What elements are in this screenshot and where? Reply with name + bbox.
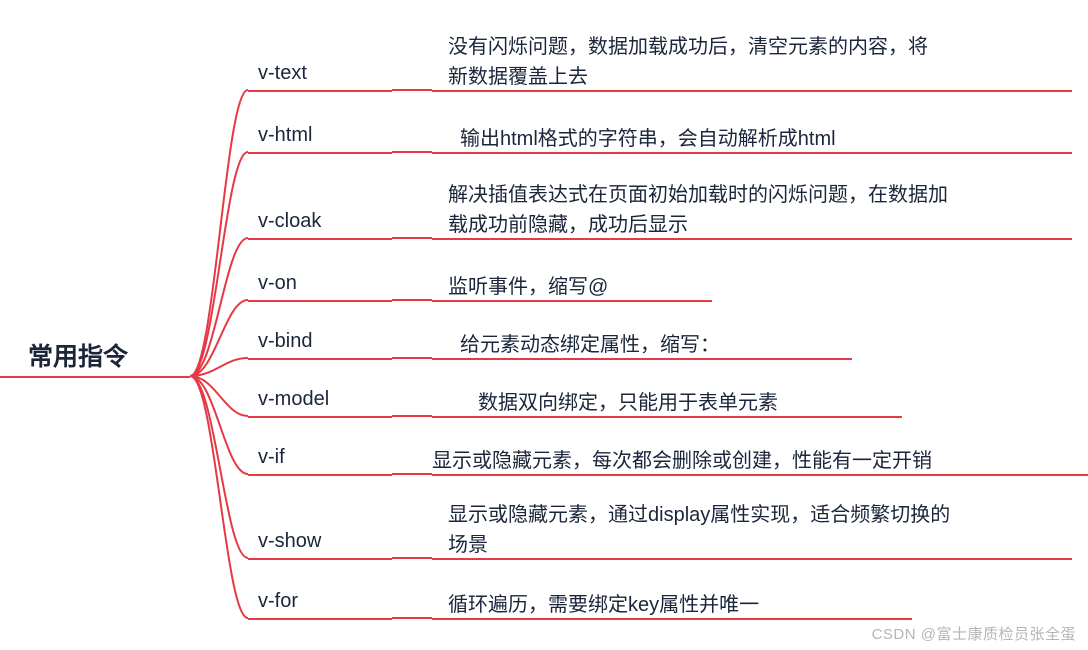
branch-label-v-bind: v-bind bbox=[258, 330, 312, 352]
desc-underline bbox=[432, 90, 1072, 92]
branch-underline bbox=[248, 90, 392, 92]
branch-desc-v-on: 监听事件，缩写@ bbox=[448, 276, 608, 298]
branch-label-v-show: v-show bbox=[258, 530, 321, 552]
branch-label-v-cloak: v-cloak bbox=[258, 210, 321, 232]
branch-label-v-html: v-html bbox=[258, 124, 312, 146]
root-underline bbox=[0, 376, 190, 378]
branch-underline bbox=[248, 238, 392, 240]
branch-desc-v-cloak: 解决插值表达式在页面初始加载时的闪烁问题，在数据加载成功前隐藏，成功后显示 bbox=[448, 184, 948, 236]
branch-underline bbox=[248, 474, 392, 476]
branch-label-v-if: v-if bbox=[258, 446, 285, 468]
branch-underline bbox=[248, 358, 392, 360]
branch-underline bbox=[248, 618, 392, 620]
watermark-text: CSDN @富士康质检员张全蛋 bbox=[872, 623, 1076, 644]
desc-underline bbox=[432, 238, 1072, 240]
desc-underline bbox=[432, 300, 712, 302]
branch-desc-v-html: 输出html格式的字符串，会自动解析成html bbox=[460, 128, 836, 150]
branch-label-v-text: v-text bbox=[258, 62, 307, 84]
desc-underline bbox=[432, 358, 852, 360]
branch-underline bbox=[248, 558, 392, 560]
root-title: 常用指令 bbox=[28, 337, 128, 373]
branch-desc-v-model: 数据双向绑定，只能用于表单元素 bbox=[478, 392, 778, 414]
branch-underline bbox=[248, 416, 392, 418]
branch-desc-v-show: 显示或隐藏元素，通过display属性实现，适合频繁切换的场景 bbox=[448, 504, 950, 556]
branch-desc-v-text: 没有闪烁问题，数据加载成功后，清空元素的内容，将新数据覆盖上去 bbox=[448, 36, 928, 88]
branch-label-v-model: v-model bbox=[258, 388, 329, 410]
desc-underline bbox=[432, 558, 1072, 560]
branch-desc-v-for: 循环遍历，需要绑定key属性并唯一 bbox=[448, 594, 759, 616]
branch-underline bbox=[248, 300, 392, 302]
branch-desc-v-if: 显示或隐藏元素，每次都会删除或创建，性能有一定开销 bbox=[432, 450, 932, 472]
desc-underline bbox=[432, 416, 902, 418]
desc-underline bbox=[432, 152, 1072, 154]
desc-underline bbox=[432, 474, 1088, 476]
desc-underline bbox=[432, 618, 912, 620]
branch-underline bbox=[248, 152, 392, 154]
branch-desc-v-bind: 给元素动态绑定属性，缩写： bbox=[460, 334, 720, 356]
branch-label-v-on: v-on bbox=[258, 272, 297, 294]
branch-label-v-for: v-for bbox=[258, 590, 298, 612]
